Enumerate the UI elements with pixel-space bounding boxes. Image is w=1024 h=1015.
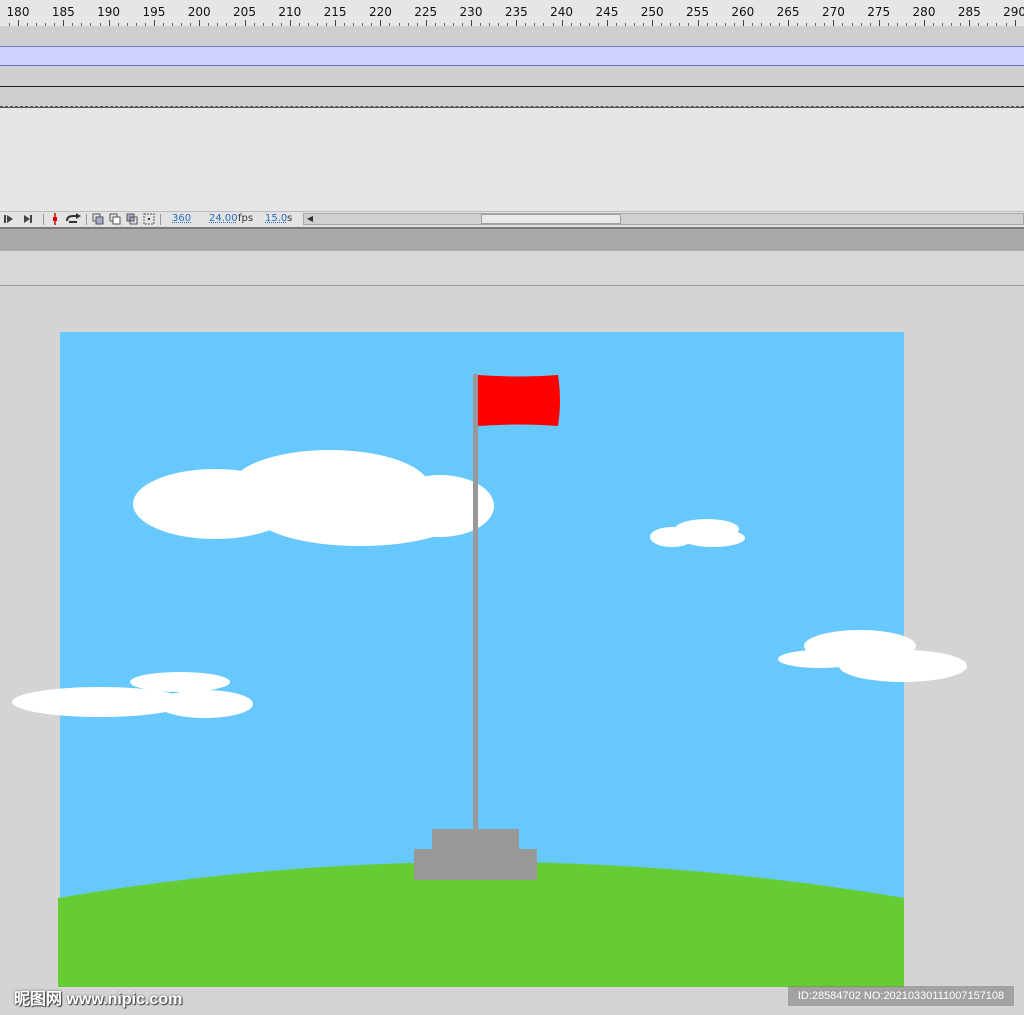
timeline-toolbar: 360 24.00 fps 15.0 s ◀ [0,211,1024,227]
timeline-horizontal-scrollbar[interactable]: ◀ [303,213,1024,225]
ruler-frame-label: 210 [278,5,302,19]
timeline-layer-row-selected[interactable] [0,46,1024,66]
ruler-frame-label: 225 [414,5,438,19]
edit-multiple-frames-icon[interactable] [143,213,155,225]
ruler-frame-label: 290 [1003,5,1024,19]
ruler-frame-label: 275 [867,5,891,19]
ruler-frame-label: 235 [504,5,528,19]
elapsed-time-value[interactable]: 15.0 [265,213,287,224]
frame-rate-unit: fps [238,213,254,224]
watermark-logo: 昵图网 www.nipic.com [14,991,183,1008]
playhead-marker-icon[interactable] [49,213,61,225]
ruler-frame-label: 245 [595,5,619,19]
loop-icon[interactable] [65,213,81,225]
timeline-panel [0,26,1024,213]
onion-skin-icon[interactable] [109,213,121,225]
timeline-ruler[interactable]: 180 185 190 195 200 205 210 215 220 225 230 235 240 2… [0,0,1024,26]
flag-pole[interactable] [473,374,478,829]
ruler-frame-label: 200 [187,5,211,19]
red-flag[interactable] [478,375,560,426]
ruler-frame-label: 190 [97,5,121,19]
grass-hill[interactable] [58,862,904,987]
scrollbar-thumb[interactable] [481,214,621,224]
flag-base-bottom[interactable] [414,849,537,880]
ruler-frame-label: 180 [6,5,30,19]
timeline-layer-row[interactable] [0,87,1024,107]
center-frame-icon[interactable] [92,213,104,225]
stage-scene[interactable] [0,286,1024,1015]
ruler-frame-label: 195 [142,5,166,19]
step-forward-icon[interactable] [3,213,15,225]
watermark-id: ID:28584702 NO:20210330111007157108 [788,986,1014,1006]
go-to-last-frame-icon[interactable] [22,213,34,225]
ruler-frame-label: 215 [323,5,347,19]
elapsed-time-unit: s [287,213,293,224]
ruler-frame-label: 230 [459,5,483,19]
panel-divider[interactable] [0,227,1024,251]
ruler-frame-label: 260 [731,5,755,19]
ruler-frame-label: 255 [686,5,709,19]
current-frame-value[interactable]: 360 [172,213,191,224]
flag-base-top[interactable] [432,829,519,851]
timeline-layer-row[interactable] [0,66,1024,87]
timeline-layer-row[interactable] [0,26,1024,47]
ruler-frame-label: 240 [550,5,574,19]
timeline-empty-area [0,107,1024,213]
frame-rate-value[interactable]: 24.00 [209,213,238,224]
ruler-frame-label: 280 [912,5,936,19]
onion-skin-outlines-icon[interactable] [126,213,138,225]
stage-workspace[interactable] [0,286,1024,1015]
ruler-frame-label: 270 [821,5,845,19]
ruler-frame-label: 185 [51,5,75,19]
cloud-left[interactable] [12,672,253,718]
stage-edit-bar [0,251,1024,286]
ruler-frame-label: 265 [776,5,800,19]
ruler-frame-label: 285 [957,5,981,19]
ruler-frame-label: 220 [368,5,392,19]
ruler-frame-label: 250 [640,5,664,19]
scroll-left-arrow-icon[interactable]: ◀ [304,214,316,224]
ruler-frame-label: 205 [233,5,256,19]
